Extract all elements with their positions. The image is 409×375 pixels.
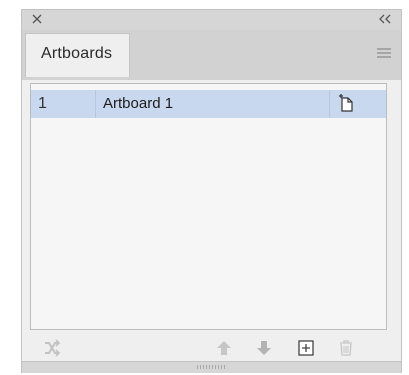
artboard-list[interactable]: 1 Artboard 1	[30, 83, 387, 330]
panel-titlebar[interactable]	[22, 10, 401, 30]
row-divider	[329, 90, 330, 118]
tab-artboards[interactable]: Artboards	[25, 33, 130, 77]
resize-grip[interactable]	[197, 365, 227, 369]
move-down-icon[interactable]	[255, 339, 273, 357]
panel-resize-bar[interactable]	[22, 361, 401, 373]
new-artboard-icon[interactable]	[297, 339, 315, 357]
artboard-row[interactable]: 1 Artboard 1	[31, 90, 386, 118]
row-divider	[95, 90, 96, 118]
panel-footer	[22, 335, 401, 361]
close-icon[interactable]	[31, 13, 43, 25]
tab-label: Artboards	[41, 45, 113, 62]
panel-body: 1 Artboard 1	[22, 80, 401, 335]
panel-menu-icon[interactable]	[376, 47, 392, 59]
artboards-panel: Artboards 1 Artboard 1	[21, 9, 402, 373]
collapse-panel-icon[interactable]	[378, 14, 392, 24]
panel-tabbar: Artboards	[22, 30, 401, 80]
artboard-options-icon[interactable]	[338, 93, 356, 113]
delete-artboard-icon[interactable]	[337, 339, 355, 357]
move-up-icon[interactable]	[215, 339, 233, 357]
rearrange-artboards-icon[interactable]	[43, 339, 61, 357]
artboard-name[interactable]: Artboard 1	[103, 95, 173, 112]
artboard-number: 1	[38, 95, 47, 112]
